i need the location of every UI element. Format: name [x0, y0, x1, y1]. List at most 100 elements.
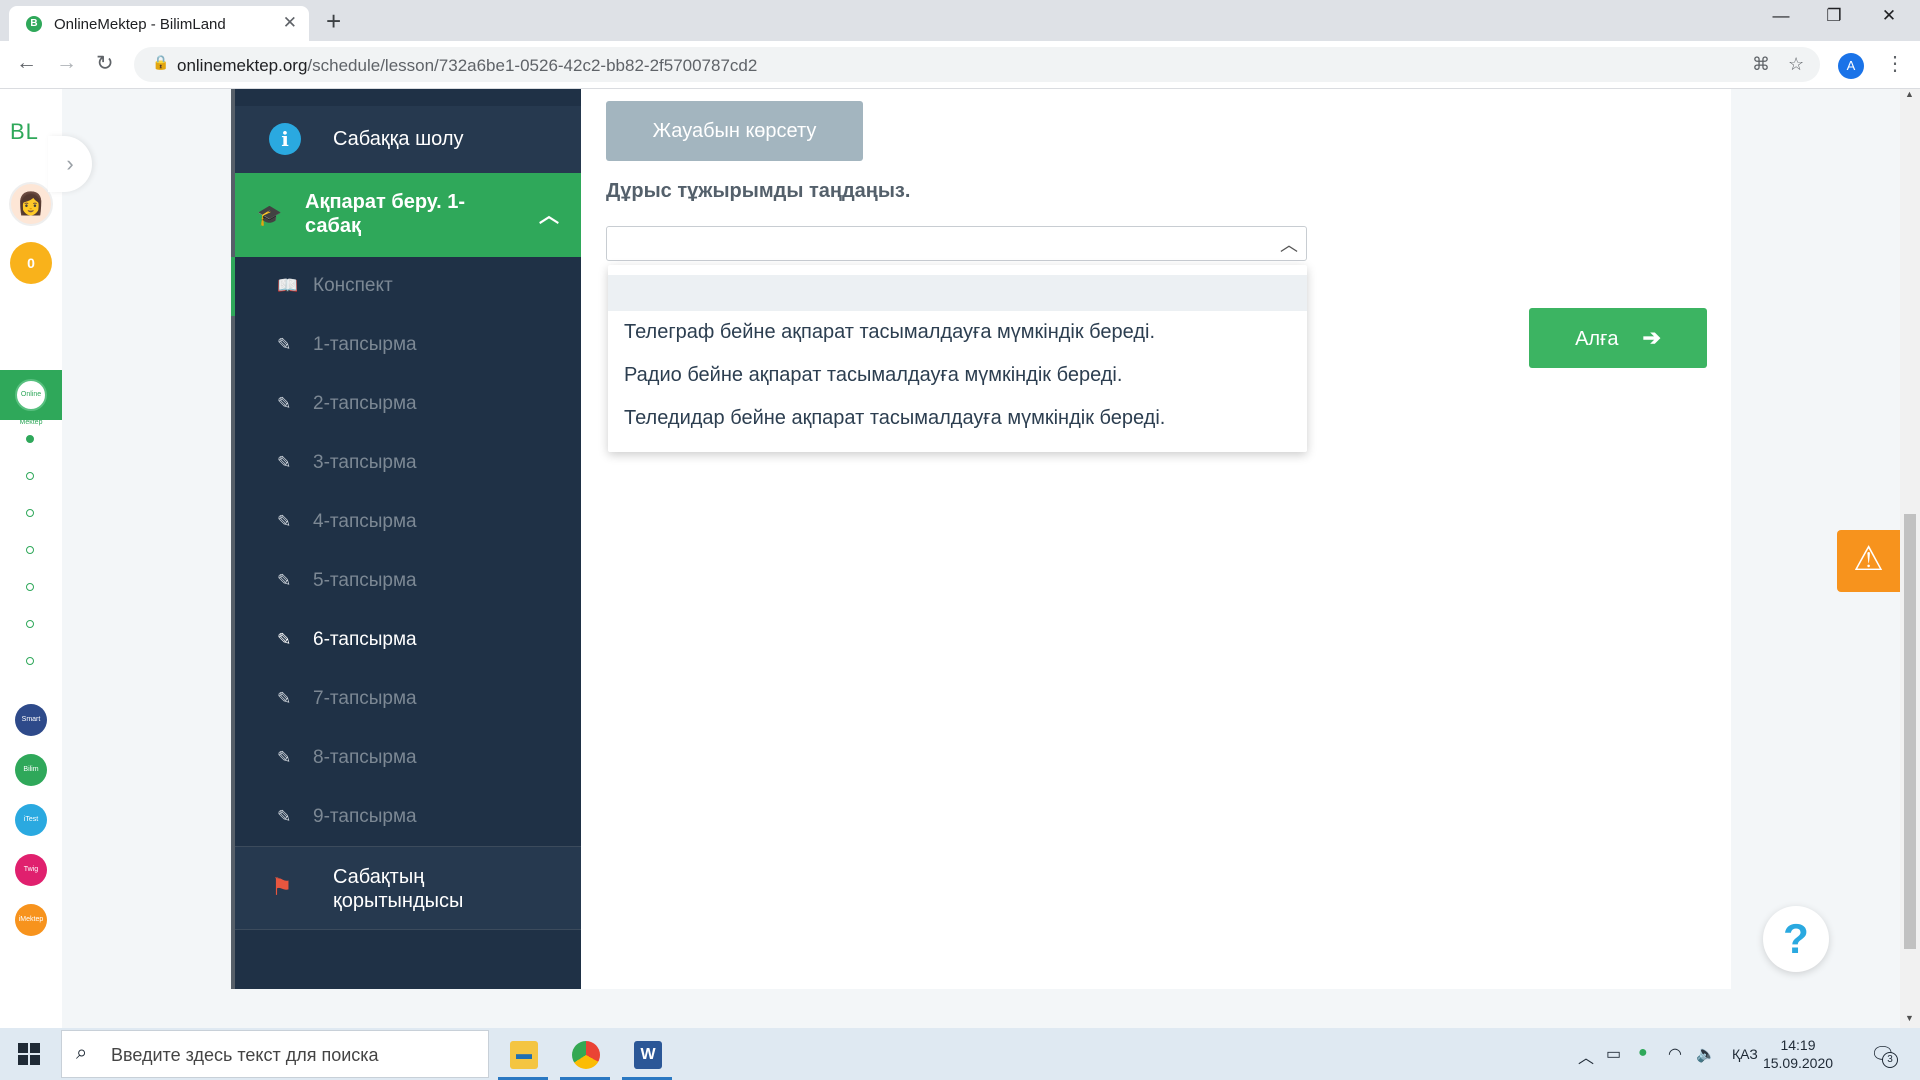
dropdown-option[interactable]: Телеграф бейне ақпарат тасымалдауға мүмк…	[608, 312, 1307, 352]
nav-subitem-label: Конспект	[313, 275, 393, 296]
taskbar-clock[interactable]: 14:19 15.09.2020	[1762, 1036, 1834, 1072]
edit-icon: ✎	[277, 335, 292, 354]
notification-count-badge: 3	[1882, 1052, 1898, 1068]
dropdown-option-empty[interactable]	[608, 275, 1307, 311]
nav-subitem[interactable]: ✎ 4-тапсырма	[235, 493, 581, 552]
clock-time: 14:19	[1780, 1037, 1816, 1053]
info-icon: i	[269, 123, 301, 155]
rail-step-dot[interactable]	[26, 509, 34, 517]
page-scrollbar[interactable]: ▲ ▼	[1900, 89, 1920, 1028]
rail-app-onlinemektep[interactable]: Online Mektep	[0, 370, 62, 426]
nav-subitem-label: 7-тапсырма	[313, 688, 417, 709]
nav-subitem[interactable]: ✎ 2-тапсырма	[235, 375, 581, 434]
task-content: Жауабын көрсету Дұрыс тұжырымды таңдаңыз…	[581, 89, 1731, 989]
nav-subitem[interactable]: 📖 Конспект	[231, 257, 581, 316]
answer-select[interactable]: ︿	[606, 226, 1307, 261]
nav-subitem-label: 3-тапсырма	[313, 452, 417, 473]
nav-subitem[interactable]: ✎ 8-тапсырма	[235, 729, 581, 788]
flag-icon: ⚑	[271, 874, 293, 901]
taskbar-search-input[interactable]: ⌕ Введите здесь текст для поиска	[61, 1030, 489, 1078]
rail-step-dot[interactable]	[26, 583, 34, 591]
security-icon[interactable]: ●	[1638, 1044, 1648, 1062]
search-icon: ⌕	[76, 1042, 88, 1064]
address-bar[interactable]: 🔒 onlinemektep.org/schedule/lesson/732a6…	[134, 47, 1820, 82]
nav-subitem-label: 9-тапсырма	[313, 806, 417, 827]
nav-subitem[interactable]: ✎ 9-тапсырма	[235, 788, 581, 847]
edit-icon: ✎	[277, 689, 292, 708]
nav-subitem[interactable]: ✎ 7-тапсырма	[235, 670, 581, 729]
word-taskbar-button[interactable]: W	[618, 1033, 676, 1080]
url-host: onlinemektep.org	[177, 56, 308, 75]
notifications-icon[interactable]: 🗨3	[1870, 1042, 1898, 1068]
url-path: /schedule/lesson/732a6be1-0526-42c2-bb82…	[307, 56, 758, 75]
rail-step-dot[interactable]	[26, 657, 34, 665]
bl-logo[interactable]: BL	[10, 119, 39, 145]
chrome-taskbar-button[interactable]	[556, 1033, 614, 1080]
imektep-app-icon[interactable]: iMektep	[15, 904, 47, 936]
show-answer-button[interactable]: Жауабын көрсету	[606, 101, 863, 161]
help-button[interactable]: ?	[1763, 906, 1829, 972]
rail-step-dot[interactable]	[26, 435, 34, 443]
wifi-icon[interactable]: ◠	[1668, 1044, 1682, 1064]
translate-icon[interactable]: ⌘	[1752, 54, 1770, 75]
twig-app-icon[interactable]: Twig	[15, 854, 47, 886]
rail-step-dot[interactable]	[26, 546, 34, 554]
file-explorer-taskbar-button[interactable]: ▬	[494, 1033, 552, 1080]
chrome-icon	[572, 1041, 600, 1069]
window-close-button[interactable]: ✕	[1866, 6, 1912, 26]
language-indicator[interactable]: ҚАЗ	[1732, 1046, 1758, 1062]
scroll-down-icon[interactable]: ▼	[1905, 1013, 1914, 1023]
rail-step-dot[interactable]	[26, 472, 34, 480]
nav-section-lesson[interactable]: 🎓 Ақпарат беру. 1-сабақ ︿	[235, 173, 581, 257]
forward-arrow-icon[interactable]: →	[56, 51, 77, 75]
windows-start-icon[interactable]	[18, 1043, 40, 1065]
bilimland-app-icon[interactable]: Bilim Land	[15, 754, 47, 805]
smart-nation-app-icon[interactable]: Smart Nation	[15, 704, 47, 755]
bookmark-star-icon[interactable]: ☆	[1788, 54, 1804, 75]
edit-icon: ✎	[277, 453, 292, 472]
minimize-button[interactable]: —	[1758, 6, 1804, 26]
bilimland-favicon-icon: B	[26, 16, 42, 32]
answer-dropdown-list: Телеграф бейне ақпарат тасымалдауға мүмк…	[608, 265, 1307, 452]
nav-subitem[interactable]: ✎ 3-тапсырма	[235, 434, 581, 493]
nav-item-summary[interactable]: ⚑ Сабақтың қорытындысы	[235, 846, 581, 930]
chevron-up-icon[interactable]: ︿	[1280, 231, 1298, 257]
arrow-right-icon: ➔	[1642, 325, 1661, 350]
next-button[interactable]: Алға ➔	[1529, 308, 1707, 368]
maximize-button[interactable]: ❐	[1811, 6, 1857, 26]
rail-expand-chevron-icon[interactable]: ›	[48, 136, 92, 192]
edit-icon: ✎	[277, 394, 292, 413]
edit-icon: ✎	[277, 571, 292, 590]
nav-subitem[interactable]: ✎ 5-тапсырма	[235, 552, 581, 611]
browser-tab[interactable]: B OnlineMektep - BilimLand ✕	[9, 6, 309, 41]
itest-app-icon[interactable]: iTest	[15, 804, 47, 836]
profile-avatar[interactable]: A	[1838, 53, 1864, 79]
tab-close-icon[interactable]: ✕	[283, 13, 297, 33]
word-icon: W	[634, 1041, 662, 1069]
report-warning-icon[interactable]: ⚠	[1837, 530, 1900, 592]
onlinemektep-icon: Online Mektep	[15, 379, 47, 426]
new-tab-button[interactable]: +	[326, 6, 341, 37]
folder-icon: ▬	[510, 1041, 538, 1069]
rail-step-dot[interactable]	[26, 620, 34, 628]
browser-tab-strip: B OnlineMektep - BilimLand ✕ + — ❐ ✕	[0, 0, 1920, 41]
nav-subitem-label: 1-тапсырма	[313, 334, 417, 355]
dropdown-option[interactable]: Теледидар бейне ақпарат тасымалдауға мүм…	[608, 398, 1307, 438]
tray-expand-icon[interactable]: ︿	[1578, 1044, 1594, 1068]
browser-menu-icon[interactable]: ⋮	[1885, 51, 1905, 76]
nav-subitem[interactable]: ✎ 6-тапсырма	[235, 611, 581, 670]
coins-badge[interactable]: 0	[10, 242, 52, 284]
reload-icon[interactable]: ↻	[96, 51, 114, 76]
nav-item-overview[interactable]: i Сабаққа шолу	[235, 106, 581, 173]
battery-icon[interactable]: ▭	[1606, 1044, 1621, 1064]
nav-summary-label: Сабақтың қорытындысы	[333, 866, 464, 912]
volume-icon[interactable]: 🔈	[1696, 1044, 1716, 1064]
user-avatar[interactable]: 👩	[9, 182, 53, 226]
chevron-up-icon[interactable]: ︿	[539, 199, 559, 228]
back-arrow-icon[interactable]: ←	[16, 51, 37, 75]
scroll-up-icon[interactable]: ▲	[1905, 89, 1914, 99]
scrollbar-thumb[interactable]	[1904, 514, 1916, 949]
nav-section-label: Ақпарат беру. 1-сабақ	[305, 191, 466, 237]
dropdown-option[interactable]: Радио бейне ақпарат тасымалдауға мүмкінд…	[608, 355, 1307, 395]
nav-subitem[interactable]: ✎ 1-тапсырма	[235, 316, 581, 375]
